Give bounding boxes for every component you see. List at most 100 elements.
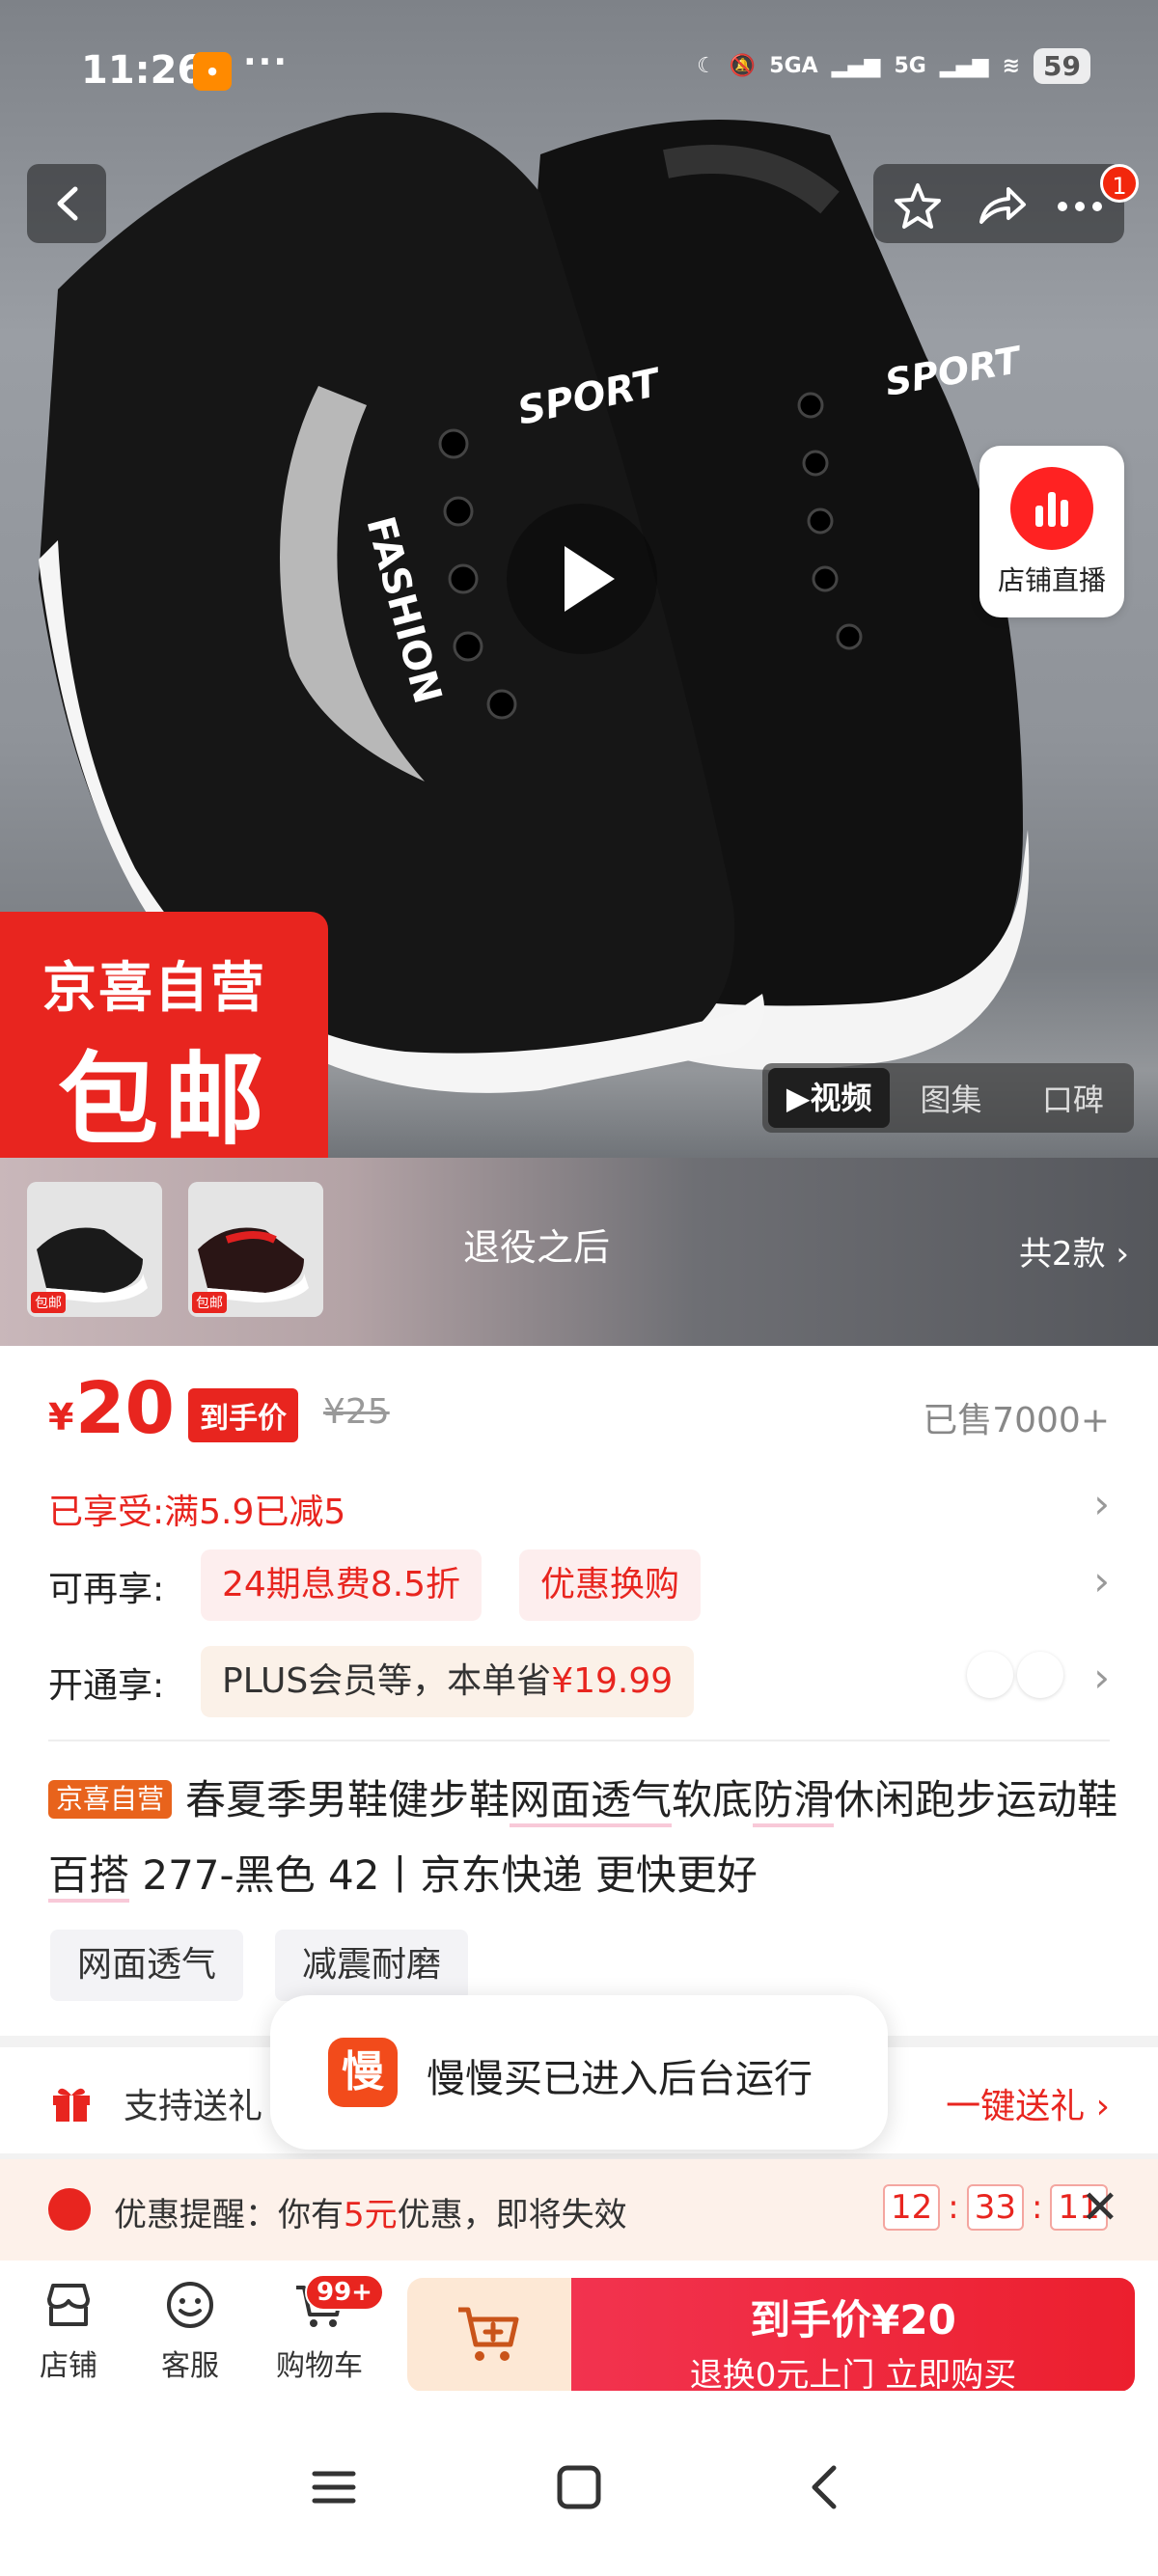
promo-line1: 京喜自营 xyxy=(42,957,266,1020)
feature-chip[interactable]: 减震耐磨 xyxy=(275,1930,469,2001)
live-icon xyxy=(1010,467,1093,550)
mute-icon: 🔕 xyxy=(729,54,757,78)
gift-icon xyxy=(53,2088,90,2122)
discount-enjoyed-value: 满5.9已减5 xyxy=(164,1493,346,1532)
app-icon: 慢 xyxy=(328,2038,398,2107)
discount-enjoyed-text: 已享受:满5.9已减5 xyxy=(48,1484,345,1534)
variant-tag: 包邮 xyxy=(31,1292,66,1313)
gift-action-link[interactable]: 一键送礼 › xyxy=(946,2078,1110,2128)
system-nav-bar xyxy=(0,2391,1158,2576)
cart-label: 购物车 xyxy=(276,2349,363,2383)
title-part: 277-黑色 42丨京东快递 更快更好 xyxy=(129,1851,758,1899)
variant-count-label: 共2款 xyxy=(1018,1235,1106,1274)
buy-subtitle: 退换0元上门 立即购买 xyxy=(689,2356,1017,2395)
back-button[interactable] xyxy=(27,164,106,243)
buy-now-button[interactable]: 到手价¥20 退换0元上门 立即购买 xyxy=(571,2278,1135,2395)
home-icon[interactable] xyxy=(550,2458,608,2516)
product-gallery[interactable]: SPORT SPORT FASHION 11:26 ● ··· ☾ 🔕 5GA … xyxy=(0,0,1158,1346)
title-part: 春夏季男鞋健步鞋 xyxy=(185,1776,510,1823)
store-tag: 京喜自营 xyxy=(48,1780,173,1819)
store-icon xyxy=(47,2284,90,2326)
membership-badges xyxy=(967,1652,1063,1698)
price-amount: 20 xyxy=(75,1367,175,1450)
original-price: ¥25 xyxy=(323,1392,390,1432)
timer-separator: : xyxy=(1032,2188,1043,2227)
toast-message: 慢慢买已进入后台运行 xyxy=(427,2057,813,2101)
service-icon xyxy=(167,2282,213,2328)
signal-5ga-label: 5GA xyxy=(769,54,818,78)
promo-line2: 包邮 xyxy=(58,1041,271,1159)
status-icons: ☾ 🔕 5GA ▂▄▆ 5G ▂▄▆ ≋ 59 xyxy=(697,48,1090,84)
reminder-amount: 5元 xyxy=(344,2196,398,2234)
service-button[interactable]: 客服 xyxy=(137,2278,243,2384)
more-notifications-icon: ··· xyxy=(243,42,290,82)
variant-count-link[interactable]: 共2款 › xyxy=(1019,1227,1129,1274)
notification-badge: 1 xyxy=(1100,164,1139,203)
store-label: 店铺 xyxy=(40,2349,97,2383)
media-tabs: ▶视频 图集 口碑 xyxy=(762,1063,1134,1133)
timer-minutes: 33 xyxy=(966,2184,1024,2231)
top-action-bar xyxy=(873,164,1124,243)
divider xyxy=(48,1740,1110,1741)
variant-thumb-red[interactable]: 包邮 xyxy=(188,1182,323,1317)
plus-label: 开通享: xyxy=(48,1666,165,1706)
title-highlight: 百搭 xyxy=(48,1851,130,1903)
battery-indicator: 59 xyxy=(1034,48,1090,84)
play-icon xyxy=(565,546,615,612)
plus-amount: ¥19.99 xyxy=(551,1661,674,1701)
variant-title: 退役之后 xyxy=(463,1226,611,1269)
favorite-star-icon[interactable] xyxy=(891,179,945,233)
reminder-text-after: 优惠，即将失效 xyxy=(397,2196,627,2234)
price-currency: ¥ xyxy=(48,1396,74,1439)
menu-icon[interactable] xyxy=(305,2458,363,2516)
wifi-icon: ≋ xyxy=(1002,54,1021,78)
tab-reviews[interactable]: 口碑 xyxy=(1012,1076,1134,1120)
timer-separator: : xyxy=(948,2188,959,2227)
discount-more-row[interactable]: 可再享: 24期息费8.5折 优惠换购 › xyxy=(48,1544,1110,1621)
title-part: 软底 xyxy=(672,1776,754,1823)
plus-pill[interactable]: PLUS会员等，本单省¥19.99 xyxy=(201,1646,695,1717)
countdown-timer: 12: 33: 11 xyxy=(883,2184,1108,2231)
chevron-right-icon: › xyxy=(1093,1557,1110,1604)
tab-video[interactable]: ▶视频 xyxy=(768,1068,891,1128)
promo-tag: 京喜自营 包邮 xyxy=(0,912,328,1159)
discount-enjoyed-row[interactable]: 已享受:满5.9已减5 › xyxy=(48,1466,1110,1544)
background-toast: 慢 慢慢买已进入后台运行 xyxy=(270,1995,888,2150)
status-bar: 11:26 ● ··· ☾ 🔕 5GA ▂▄▆ 5G ▂▄▆ ≋ 59 xyxy=(0,39,1158,106)
plus-membership-row[interactable]: 开通享: PLUS会员等，本单省¥19.99 › xyxy=(48,1640,1110,1717)
shop-live-button[interactable]: 店铺直播 xyxy=(979,446,1124,617)
add-cart-icon xyxy=(458,2307,519,2361)
timer-hours: 12 xyxy=(883,2184,941,2231)
store-button[interactable]: 店铺 xyxy=(15,2278,122,2384)
feature-chip[interactable]: 网面透气 xyxy=(50,1930,244,2001)
buy-price-label: 到手价¥20 xyxy=(750,2296,956,2343)
signal-5g-label: 5G xyxy=(894,54,926,78)
title-highlight: 网面透气 xyxy=(510,1776,673,1827)
shop-live-label: 店铺直播 xyxy=(997,564,1106,596)
chevron-right-icon: › xyxy=(1093,1480,1110,1527)
variant-thumb-black[interactable]: 包邮 xyxy=(27,1182,162,1317)
reminder-text: 优惠提醒：你有5元优惠，即将失效 xyxy=(114,2188,627,2235)
title-part: 休闲跑步运动鞋 xyxy=(834,1776,1118,1823)
sold-count: 已售7000+ xyxy=(923,1401,1110,1440)
close-icon[interactable]: ✕ xyxy=(1081,2180,1119,2234)
tab-gallery[interactable]: 图集 xyxy=(890,1076,1011,1120)
final-price-tag: 到手价 xyxy=(188,1388,298,1442)
back-arrow-icon xyxy=(57,186,78,221)
add-to-cart-button[interactable] xyxy=(407,2278,571,2392)
variant-tag: 包邮 xyxy=(192,1292,227,1313)
variant-strip: 包邮 包邮 退役之后 共2款 › xyxy=(0,1158,1158,1346)
plus-text: PLUS会员等，本单省 xyxy=(222,1661,552,1701)
gift-text: 支持送礼 xyxy=(124,2087,263,2126)
discount-reminder-bar[interactable]: 优惠提醒：你有5元优惠，即将失效 12: 33: 11 ✕ xyxy=(0,2159,1158,2261)
installment-pill[interactable]: 24期息费8.5折 xyxy=(201,1549,482,1621)
back-nav-icon[interactable] xyxy=(797,2458,855,2516)
reminder-text-before: 优惠提醒：你有 xyxy=(114,2196,344,2234)
share-icon[interactable] xyxy=(974,179,1028,233)
play-small-icon: ▶ xyxy=(786,1080,811,1116)
play-video-button[interactable] xyxy=(507,504,657,654)
more-options-icon[interactable] xyxy=(1053,179,1107,233)
trade-in-pill[interactable]: 优惠换购 xyxy=(519,1549,702,1621)
cart-count-badge: 99+ xyxy=(305,2274,384,2311)
signal-icon: ▂▄▆ xyxy=(831,54,881,78)
